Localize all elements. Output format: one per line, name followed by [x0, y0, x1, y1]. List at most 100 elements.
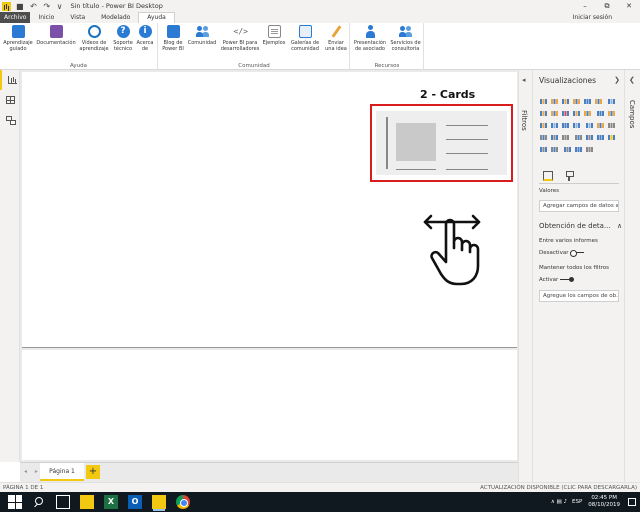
clock[interactable]: 02:45 PM 08/10/2019	[588, 495, 620, 509]
multi-row-card-icon[interactable]	[539, 132, 548, 141]
chevron-right-icon[interactable]: ❯	[614, 76, 620, 84]
funnel-icon[interactable]	[585, 120, 594, 129]
stacked-column-icon[interactable]	[550, 96, 559, 105]
signin-link[interactable]: Iniciar sesión	[573, 12, 612, 23]
language-indicator[interactable]: ESP	[572, 499, 582, 505]
guided-learning-button[interactable]: Aprendizaje guiado	[3, 25, 33, 52]
cross-report-toggle[interactable]: Desactivar	[539, 250, 585, 257]
drillthrough-well[interactable]: Agregue los campos de ob...	[539, 290, 619, 302]
full-stacked-bar-icon[interactable]	[583, 96, 592, 105]
key-influencers-icon[interactable]	[539, 144, 548, 153]
clustered-column-icon[interactable]	[572, 96, 581, 105]
card-icon[interactable]	[607, 120, 616, 129]
developers-button[interactable]: </> Power BI para desarrolladores	[219, 25, 261, 52]
r-visual-icon[interactable]	[596, 132, 605, 141]
map-icon[interactable]	[561, 120, 570, 129]
stacked-area-icon[interactable]	[550, 108, 559, 117]
qna-icon[interactable]	[563, 144, 572, 153]
report-page[interactable]: 2 - Cards	[22, 72, 517, 348]
line-chart-icon[interactable]	[607, 96, 616, 105]
community-galleries-button[interactable]: Galerías de comunidad	[287, 25, 323, 52]
toggle-off-icon[interactable]	[570, 250, 585, 257]
area-chart-icon[interactable]	[539, 108, 548, 117]
tab-ayuda[interactable]: Ayuda	[138, 12, 175, 23]
search-icon[interactable]	[32, 495, 46, 509]
clustered-bar-icon[interactable]	[561, 96, 570, 105]
samples-button[interactable]: Ejemplos	[261, 25, 287, 46]
power-bi-active-taskbar-icon[interactable]	[152, 495, 166, 509]
table-visual-icon[interactable]	[574, 132, 583, 141]
close-button[interactable]: ✕	[618, 0, 640, 12]
chevron-left-icon[interactable]: ◂	[522, 76, 526, 84]
kpi-icon[interactable]	[550, 132, 559, 141]
tab-archivo[interactable]: Archivo	[0, 12, 31, 23]
report-view-button[interactable]	[0, 70, 20, 90]
chevron-up-icon[interactable]: ∧	[617, 222, 622, 230]
toggle-on-icon[interactable]	[560, 277, 575, 282]
more-visuals-icon[interactable]	[585, 144, 594, 153]
filled-map-icon[interactable]	[572, 120, 581, 129]
card-visual-highlight[interactable]	[370, 104, 513, 182]
documentation-button[interactable]: Documentación	[35, 25, 77, 46]
globe-visual-icon[interactable]	[574, 144, 583, 153]
model-icon	[6, 116, 15, 124]
format-paint-roller-icon[interactable]	[565, 171, 574, 181]
quick-access-toolbar[interactable]: ■ ↶ ↷ ∨	[16, 2, 64, 11]
blog-button[interactable]: Blog de Power BI	[160, 25, 186, 52]
model-view-button[interactable]	[0, 110, 20, 130]
decomposition-tree-icon[interactable]	[550, 144, 559, 153]
data-view-button[interactable]	[0, 90, 20, 110]
about-button[interactable]: i Acerca de	[135, 25, 155, 52]
community-button[interactable]: Comunidad	[186, 25, 218, 46]
chevron-left-icon[interactable]: ❮	[629, 76, 635, 84]
fields-tab-icon[interactable]	[543, 171, 553, 181]
page-nav-arrows[interactable]: ◂ ▸	[24, 468, 41, 475]
tab-vista[interactable]: Vista	[62, 12, 93, 23]
filters-pane-collapsed[interactable]: ◂ Filtros	[518, 70, 532, 482]
line-column-icon[interactable]	[561, 108, 570, 117]
graduation-icon	[11, 25, 25, 38]
scatter-icon[interactable]	[596, 108, 605, 117]
ribbon-chart-icon[interactable]	[572, 108, 581, 117]
group-label-recursos: Recursos	[374, 63, 400, 69]
full-stacked-column-icon[interactable]	[594, 96, 603, 105]
donut-chart-icon[interactable]	[539, 120, 548, 129]
add-page-button[interactable]: +	[86, 465, 100, 479]
task-view-icon[interactable]	[56, 495, 70, 509]
consulting-services-button[interactable]: Servicios de consultoría	[388, 25, 423, 52]
globe-icon	[87, 25, 101, 38]
python-visual-icon[interactable]	[607, 132, 616, 141]
chrome-icon[interactable]	[176, 495, 190, 509]
values-well[interactable]: Agregar campos de datos a...	[539, 200, 619, 212]
submit-idea-button[interactable]: Enviar una idea	[323, 25, 349, 52]
tab-modelado[interactable]: Modelado	[93, 12, 138, 23]
treemap-icon[interactable]	[550, 120, 559, 129]
excel-icon[interactable]: X	[104, 495, 118, 509]
partner-showcase-button[interactable]: Presentación de asociado	[352, 25, 388, 52]
gauge-icon[interactable]	[596, 120, 605, 129]
support-button[interactable]: ? Soporte técnico	[111, 25, 135, 52]
tab-inicio[interactable]: Inicio	[30, 12, 62, 23]
power-bi-taskbar-icon[interactable]	[80, 495, 94, 509]
outlook-icon[interactable]: O	[128, 495, 142, 509]
keep-filters-toggle[interactable]: Activar	[539, 277, 575, 283]
stacked-bar-icon[interactable]	[539, 96, 548, 105]
drillthrough-section-header[interactable]: Obtención de deta... ∧	[539, 222, 622, 230]
page-tab-1[interactable]: Página 1	[40, 463, 84, 481]
filters-label: Filtros	[520, 110, 528, 131]
tray-icons[interactable]: ∧ ▤ ♪	[551, 499, 567, 505]
fields-pane-collapsed[interactable]: ❮ Campos	[624, 70, 640, 482]
restore-button[interactable]: ⧉	[596, 0, 618, 12]
notification-icon[interactable]	[628, 498, 636, 506]
pie-chart-icon[interactable]	[607, 108, 616, 117]
slicer-icon[interactable]	[561, 132, 570, 141]
learning-videos-button[interactable]: Vídeos de aprendizaje	[78, 25, 110, 52]
minimize-button[interactable]: –	[574, 0, 596, 12]
drillthrough-title: Obtención de deta...	[539, 222, 611, 230]
waterfall-icon[interactable]	[583, 108, 592, 117]
windows-start-icon[interactable]	[8, 495, 22, 509]
ribbon-group-recursos: Presentación de asociado Servicios de co…	[351, 23, 424, 70]
window-title: Sin título - Power BI Desktop	[70, 2, 163, 10]
blog-icon	[166, 25, 180, 38]
matrix-icon[interactable]	[585, 132, 594, 141]
